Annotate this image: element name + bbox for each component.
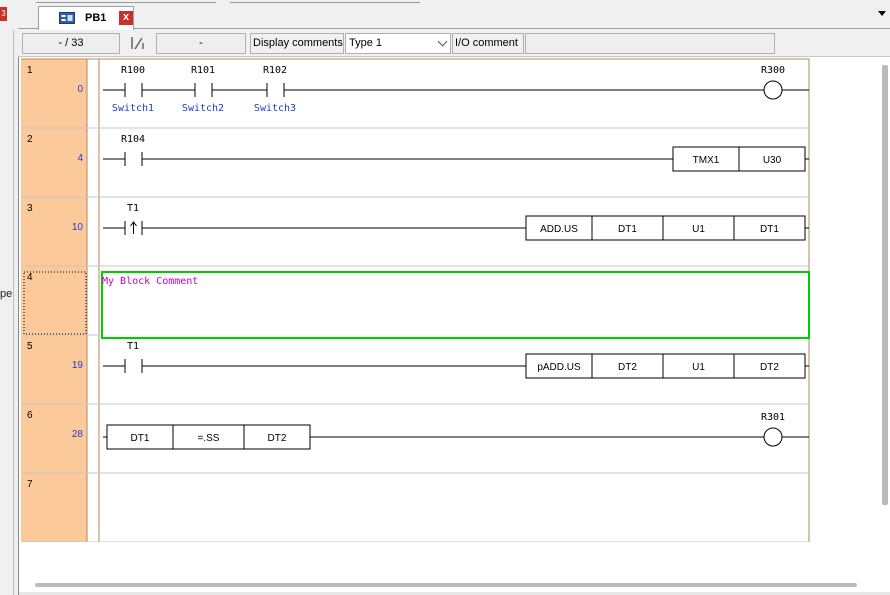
instruction-operand: DT1 xyxy=(760,224,779,235)
left-panel-edge: 3 pe xyxy=(0,0,18,595)
instruction-operand: ADD.US xyxy=(540,224,578,235)
rung-address: 0 xyxy=(77,84,83,95)
instruction-operand: DT1 xyxy=(618,224,637,235)
rung-5[interactable]: 5 19 T1 pADD.US DT2 U1 DT2 xyxy=(21,341,809,405)
contact-device: R100 xyxy=(121,65,145,76)
rung-number: 7 xyxy=(27,479,33,490)
close-icon[interactable]: x xyxy=(119,11,133,25)
rung-address: 19 xyxy=(72,360,84,371)
comment-type-select[interactable]: Type 1 xyxy=(345,33,451,54)
io-comment-field[interactable] xyxy=(525,33,775,54)
rung-address: 4 xyxy=(77,153,83,164)
compare-operand: =.SS xyxy=(198,433,220,444)
compare-operand: DT1 xyxy=(131,433,150,444)
rung-1[interactable]: 1 0 R100 Switch1 R101 Switch2 R102 Switch3 R300 xyxy=(21,65,809,129)
rung-number: 6 xyxy=(27,410,33,421)
contact-io-comment: Switch1 xyxy=(112,103,154,114)
left-badge[interactable]: 3 xyxy=(0,7,7,21)
left-panel-text: pe xyxy=(0,288,13,300)
address-range-field[interactable]: - xyxy=(156,33,246,54)
chevron-down-icon xyxy=(437,36,448,47)
top-divider xyxy=(36,0,216,3)
rung-number: 1 xyxy=(27,65,33,76)
comment-type-value: Type 1 xyxy=(349,37,383,49)
rung-number: 5 xyxy=(27,341,33,352)
coil-device: R300 xyxy=(761,65,785,76)
tab-bar: PB1 x xyxy=(18,4,890,30)
rung-address: 28 xyxy=(72,429,84,440)
rung-2[interactable]: 2 4 R104 TMX1 U30 xyxy=(21,134,809,198)
io-comment-label: I/O comment xyxy=(452,33,524,54)
rung-6[interactable]: 6 28 DT1 =.SS DT2 R301 xyxy=(21,410,809,474)
instruction-operand: U1 xyxy=(692,362,705,373)
compare-operand: DT2 xyxy=(268,433,287,444)
instruction-operand: DT2 xyxy=(618,362,637,373)
tab-pb1[interactable]: PB1 x xyxy=(38,6,134,30)
instruction-operand: pADD.US xyxy=(537,362,581,373)
row-header-column xyxy=(21,59,87,542)
program-block-icon xyxy=(59,12,75,24)
ladder-diagram[interactable]: 10R100Switch1R101Switch2R102Switch3R3002… xyxy=(19,57,813,542)
toolbar: - / 33 - Display comments Type 1 I/O com… xyxy=(18,30,890,57)
block-comment-text: My Block Comment xyxy=(102,276,198,287)
address-field[interactable]: - / 33 xyxy=(22,33,120,54)
tab-label: PB1 xyxy=(85,12,107,24)
display-comments-label: Display comments xyxy=(250,33,344,54)
rung-7[interactable]: 7 xyxy=(21,479,809,542)
contact-io-comment: Switch2 xyxy=(182,103,224,114)
rung-number: 2 xyxy=(27,134,33,145)
contact-device: T1 xyxy=(127,341,139,352)
left-divider xyxy=(13,30,14,595)
instruction-operand: U1 xyxy=(692,224,705,235)
rung-number: 3 xyxy=(27,203,33,214)
contact-device: R102 xyxy=(263,65,287,76)
coil[interactable] xyxy=(763,80,783,100)
chevron-down-icon[interactable] xyxy=(878,11,886,16)
contact-io-comment: Switch3 xyxy=(254,103,296,114)
contact-device: T1 xyxy=(127,203,139,214)
rung-3[interactable]: 3 10 T1 ADD.US DT1 U1 DT1 xyxy=(21,203,809,267)
horizontal-scrollbar[interactable] xyxy=(35,583,857,587)
coil[interactable] xyxy=(763,427,783,447)
instruction-operand: TMX1 xyxy=(693,155,720,166)
contact-device: R104 xyxy=(121,134,145,145)
rung-number: 4 xyxy=(27,272,33,283)
coil-device: R301 xyxy=(761,412,785,423)
address-step-button[interactable] xyxy=(122,33,152,54)
block-comment-box[interactable] xyxy=(101,271,810,339)
step-icon xyxy=(131,37,144,50)
top-divider xyxy=(230,0,420,3)
vertical-scrollbar[interactable] xyxy=(882,65,888,505)
instruction-operand: U30 xyxy=(763,155,782,166)
ladder-editor[interactable]: 1 0 R100 Switch1 R101 Switch2 R102 Switch3 R300 2… xyxy=(18,57,890,595)
instruction-operand: DT2 xyxy=(760,362,779,373)
rung-address: 10 xyxy=(72,222,84,233)
rung-4[interactable]: 4 My Block Comment xyxy=(21,271,810,339)
contact-device: R101 xyxy=(191,65,215,76)
